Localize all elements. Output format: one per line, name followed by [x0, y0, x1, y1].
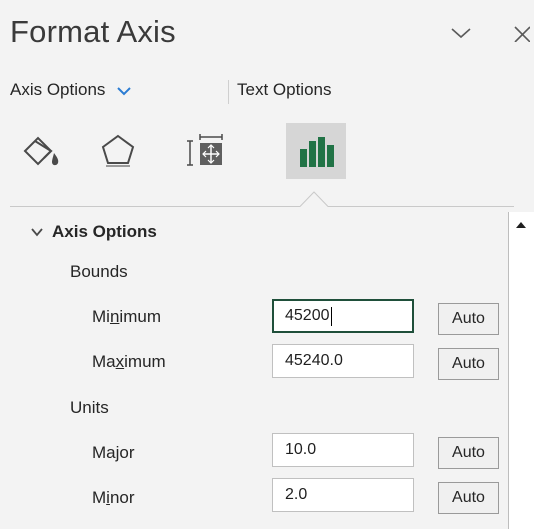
maximum-auto-button[interactable]: Auto: [438, 348, 499, 380]
minor-label: Minor: [92, 488, 135, 507]
minimum-auto-button[interactable]: Auto: [438, 303, 499, 335]
maximum-bound-input[interactable]: 45240.0: [272, 344, 414, 378]
axis-options-chart-tab[interactable]: [286, 123, 346, 179]
pane-title: Format Axis: [10, 14, 176, 49]
scroll-up-arrow-icon: [516, 222, 526, 228]
pane-options-button[interactable]: [446, 16, 476, 50]
bounds-label: Bounds: [70, 262, 128, 281]
tab-axis-options[interactable]: Axis Options: [10, 80, 132, 100]
size-properties-tab[interactable]: [176, 123, 236, 179]
tab-text-options[interactable]: Text Options: [237, 80, 332, 100]
minor-auto-button[interactable]: Auto: [438, 482, 499, 514]
major-unit-input[interactable]: 10.0: [272, 433, 414, 467]
selected-tab-pointer: [300, 191, 328, 207]
chevron-down-icon: [451, 28, 471, 39]
maximum-label: Maximum: [92, 352, 166, 371]
close-pane-button[interactable]: [508, 16, 534, 50]
close-icon: [514, 26, 530, 42]
section-divider: [10, 206, 514, 207]
tab-text-options-label: Text Options: [237, 80, 332, 99]
axis-options-chart-icon: [300, 137, 334, 167]
units-label: Units: [70, 398, 109, 417]
minor-unit-input[interactable]: 2.0: [272, 478, 414, 512]
major-label: Major: [92, 443, 135, 462]
effects-tab[interactable]: [88, 123, 148, 179]
scroll-up-button[interactable]: [510, 215, 532, 235]
chevron-down-icon: [117, 86, 131, 95]
tab-separator: [228, 80, 229, 104]
tab-axis-options-label: Axis Options: [10, 80, 106, 99]
minimum-bound-input[interactable]: 45200: [272, 299, 414, 333]
section-title: Axis Options: [52, 222, 157, 241]
minimum-label: Minimum: [92, 307, 161, 326]
axis-options-section-toggle[interactable]: Axis Options: [30, 222, 157, 242]
vertical-scrollbar[interactable]: [508, 212, 534, 529]
chevron-down-icon: [31, 228, 43, 237]
major-auto-button[interactable]: Auto: [438, 437, 499, 469]
fill-line-icon: [23, 136, 59, 166]
size-properties-icon: [187, 134, 223, 166]
effects-icon: [101, 134, 135, 167]
text-caret: [330, 306, 332, 326]
fill-line-tab[interactable]: [14, 123, 74, 179]
